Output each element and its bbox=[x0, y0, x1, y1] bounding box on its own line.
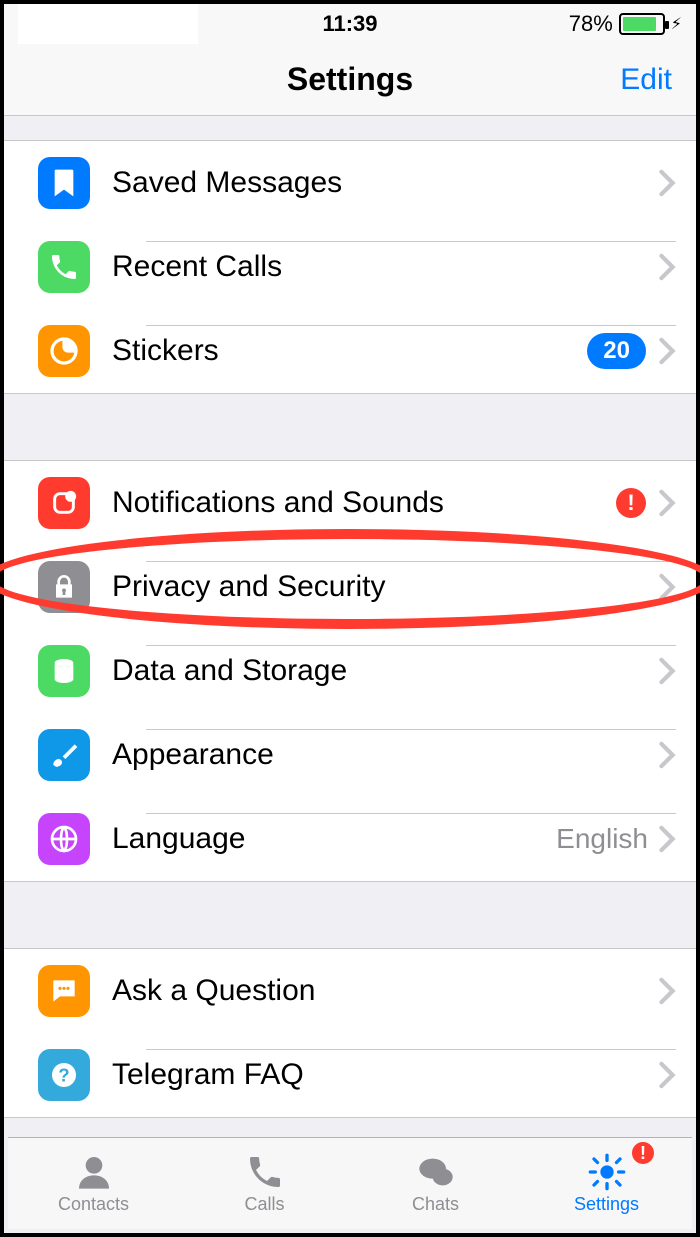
brush-icon bbox=[38, 729, 90, 781]
row-label: Data and Storage bbox=[112, 654, 658, 688]
charging-icon: ⚡︎ bbox=[671, 14, 682, 34]
status-bar: 11:39 78% ⚡︎ bbox=[4, 4, 696, 44]
phone-icon bbox=[38, 241, 90, 293]
chevron-right-icon bbox=[658, 977, 676, 1005]
chat-icon bbox=[38, 965, 90, 1017]
row-label: Saved Messages bbox=[112, 166, 658, 200]
tab-label: Chats bbox=[412, 1194, 459, 1215]
tab-contacts[interactable]: Contacts bbox=[8, 1138, 179, 1229]
tab-label: Contacts bbox=[58, 1194, 129, 1215]
bell-icon bbox=[38, 477, 90, 529]
status-battery-pct: 78% bbox=[569, 11, 613, 37]
question-icon: ? bbox=[38, 1049, 90, 1101]
battery-icon bbox=[619, 13, 665, 35]
settings-group-1: Saved Messages Recent Calls Stickers 20 bbox=[4, 140, 696, 394]
globe-icon bbox=[38, 813, 90, 865]
section-spacer bbox=[4, 116, 696, 140]
lock-icon bbox=[38, 561, 90, 613]
row-notifications[interactable]: Notifications and Sounds ! bbox=[4, 461, 696, 545]
calls-icon bbox=[243, 1152, 287, 1192]
chevron-right-icon bbox=[658, 253, 676, 281]
row-saved-messages[interactable]: Saved Messages bbox=[4, 141, 696, 225]
row-ask-question[interactable]: Ask a Question bbox=[4, 949, 696, 1033]
tab-bar: Contacts Calls Chats Settings ! bbox=[8, 1137, 692, 1229]
page-title: Settings bbox=[287, 61, 413, 98]
row-label: Language bbox=[112, 822, 556, 856]
row-appearance[interactable]: Appearance bbox=[4, 713, 696, 797]
settings-icon bbox=[585, 1152, 629, 1192]
chevron-right-icon bbox=[658, 337, 676, 365]
status-battery-group: 78% ⚡︎ bbox=[569, 11, 682, 37]
row-faq[interactable]: ? Telegram FAQ bbox=[4, 1033, 696, 1117]
row-data-storage[interactable]: Data and Storage bbox=[4, 629, 696, 713]
row-detail: English bbox=[556, 823, 648, 855]
chevron-right-icon bbox=[658, 657, 676, 685]
tab-settings[interactable]: Settings ! bbox=[521, 1138, 692, 1229]
section-spacer bbox=[4, 882, 696, 948]
chats-icon bbox=[414, 1152, 458, 1192]
row-recent-calls[interactable]: Recent Calls bbox=[4, 225, 696, 309]
tab-chats[interactable]: Chats bbox=[350, 1138, 521, 1229]
edit-button[interactable]: Edit bbox=[620, 63, 672, 97]
nav-bar: Settings Edit bbox=[4, 44, 696, 116]
row-label: Ask a Question bbox=[112, 974, 658, 1008]
tab-alert-badge: ! bbox=[630, 1140, 656, 1166]
chevron-right-icon bbox=[658, 1061, 676, 1089]
row-label: Telegram FAQ bbox=[112, 1058, 658, 1092]
chevron-right-icon bbox=[658, 169, 676, 197]
bookmark-icon bbox=[38, 157, 90, 209]
settings-group-2: Notifications and Sounds ! Privacy and S… bbox=[4, 460, 696, 882]
row-label: Recent Calls bbox=[112, 250, 658, 284]
tab-label: Calls bbox=[244, 1194, 284, 1215]
count-badge: 20 bbox=[587, 333, 646, 369]
svg-text:?: ? bbox=[58, 1065, 69, 1086]
chevron-right-icon bbox=[658, 741, 676, 769]
chevron-right-icon bbox=[658, 489, 676, 517]
alert-badge-icon: ! bbox=[616, 488, 646, 518]
row-label: Notifications and Sounds bbox=[112, 486, 616, 520]
row-label: Appearance bbox=[112, 738, 658, 772]
disk-icon bbox=[38, 645, 90, 697]
stickers-icon bbox=[38, 325, 90, 377]
chevron-right-icon bbox=[658, 573, 676, 601]
tab-label: Settings bbox=[574, 1194, 639, 1215]
row-label: Stickers bbox=[112, 334, 587, 368]
tab-calls[interactable]: Calls bbox=[179, 1138, 350, 1229]
row-privacy-security[interactable]: Privacy and Security bbox=[4, 545, 696, 629]
row-language[interactable]: Language English bbox=[4, 797, 696, 881]
contacts-icon bbox=[72, 1152, 116, 1192]
row-stickers[interactable]: Stickers 20 bbox=[4, 309, 696, 393]
status-time: 11:39 bbox=[322, 11, 377, 37]
status-carrier bbox=[18, 4, 198, 44]
settings-group-3: Ask a Question ? Telegram FAQ bbox=[4, 948, 696, 1118]
row-label: Privacy and Security bbox=[112, 570, 658, 604]
chevron-right-icon bbox=[658, 825, 676, 853]
section-spacer bbox=[4, 394, 696, 460]
